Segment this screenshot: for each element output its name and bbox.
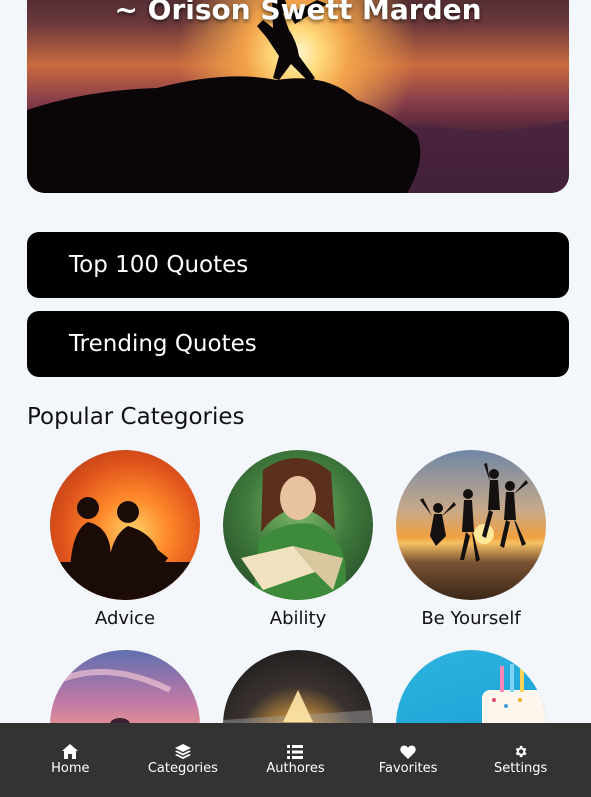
hero-quote-card[interactable]: ~ Orison Swett Marden bbox=[27, 0, 569, 193]
top-100-quotes-button[interactable]: Top 100 Quotes bbox=[27, 232, 569, 298]
trending-quotes-button[interactable]: Trending Quotes bbox=[27, 311, 569, 377]
trending-quotes-label: Trending Quotes bbox=[69, 331, 257, 357]
category-advice[interactable]: Advice bbox=[50, 450, 200, 629]
nav-categories[interactable]: Categories bbox=[143, 744, 223, 776]
nav-home-label: Home bbox=[51, 761, 90, 776]
category-advice-image bbox=[50, 450, 200, 600]
category-ability-label: Ability bbox=[269, 608, 327, 629]
list-icon bbox=[287, 744, 304, 759]
nav-favorites[interactable]: Favorites bbox=[368, 744, 448, 776]
hero-quote-author: ~ Orison Swett Marden bbox=[114, 0, 482, 26]
nav-favorites-label: Favorites bbox=[378, 760, 438, 776]
home-icon bbox=[62, 744, 79, 759]
category-be-yourself-label: Be Yourself bbox=[421, 608, 521, 629]
nav-home[interactable]: Home bbox=[30, 744, 110, 776]
category-ability[interactable]: Ability bbox=[223, 450, 373, 629]
nav-authores-label: Authores bbox=[266, 760, 325, 776]
heart-icon bbox=[400, 744, 416, 759]
nav-settings[interactable]: Settings bbox=[481, 744, 561, 776]
category-be-yourself[interactable]: Be Yourself bbox=[396, 450, 546, 629]
layers-icon bbox=[174, 744, 191, 759]
nav-settings-label: Settings bbox=[494, 761, 548, 776]
category-be-yourself-image bbox=[396, 450, 546, 600]
bottom-navigation: Home Categories Authores Favorites Setti… bbox=[0, 723, 591, 797]
nav-categories-label: Categories bbox=[147, 761, 218, 776]
popular-categories-title: Popular Categories bbox=[27, 404, 245, 430]
gear-icon bbox=[515, 745, 527, 758]
nav-authores[interactable]: Authores bbox=[255, 744, 335, 776]
hero-climber-silhouette bbox=[27, 0, 569, 193]
top-100-quotes-label: Top 100 Quotes bbox=[69, 252, 249, 278]
category-ability-image bbox=[223, 450, 373, 600]
category-advice-label: Advice bbox=[94, 608, 156, 629]
